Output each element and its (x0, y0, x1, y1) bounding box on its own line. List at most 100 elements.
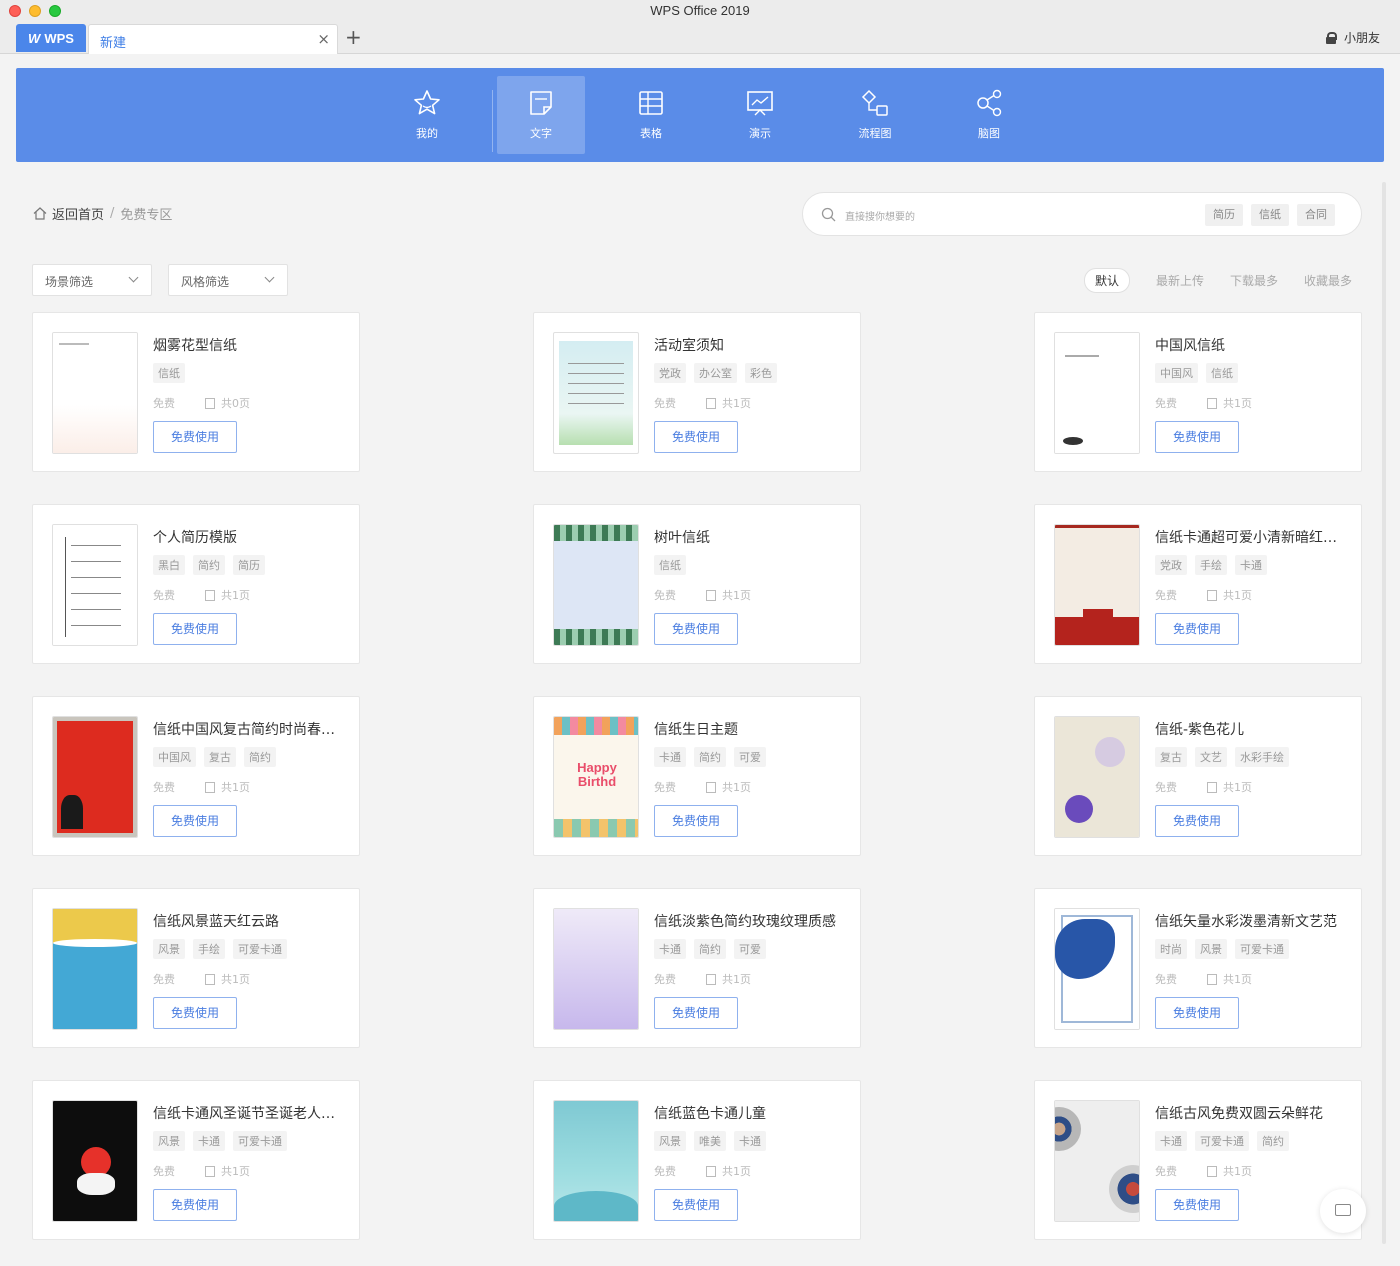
template-tag[interactable]: 卡通 (654, 939, 686, 959)
use-free-button[interactable]: 免费使用 (654, 613, 738, 645)
wps-home-tab[interactable]: W WPS (16, 24, 86, 52)
close-tab-icon[interactable]: × (317, 30, 330, 48)
template-thumbnail[interactable] (1054, 1100, 1140, 1222)
template-tag[interactable]: 复古 (204, 747, 236, 767)
sort-most-favorites[interactable]: 收藏最多 (1304, 272, 1352, 289)
template-tag[interactable]: 卡通 (193, 1131, 225, 1151)
template-thumbnail[interactable] (52, 332, 138, 454)
template-tag[interactable]: 中国风 (1155, 363, 1198, 383)
template-thumbnail[interactable] (553, 524, 639, 646)
use-free-button[interactable]: 免费使用 (153, 613, 237, 645)
template-tag[interactable]: 简约 (1257, 1131, 1289, 1151)
template-thumbnail[interactable] (1054, 524, 1140, 646)
add-tab-button[interactable]: + (345, 25, 362, 49)
template-tag[interactable]: 卡通 (654, 747, 686, 767)
template-tag[interactable]: 党政 (1155, 555, 1187, 575)
search-tag-letter[interactable]: 信纸 (1251, 204, 1289, 226)
template-title[interactable]: 信纸淡紫色简约玫瑰纹理质感 (654, 911, 844, 931)
template-card[interactable]: 信纸卡通风圣诞节圣诞老人… 风景 卡通 可爱卡通 免费 共1页 免费使用 (32, 1080, 360, 1240)
template-thumbnail[interactable] (1054, 716, 1140, 838)
use-free-button[interactable]: 免费使用 (1155, 421, 1239, 453)
sort-most-downloads[interactable]: 下载最多 (1230, 272, 1278, 289)
template-tag[interactable]: 唯美 (694, 1131, 726, 1151)
style-filter-dropdown[interactable]: 风格筛选 (168, 264, 288, 296)
template-tag[interactable]: 卡通 (1235, 555, 1267, 575)
use-free-button[interactable]: 免费使用 (1155, 1189, 1239, 1221)
template-thumbnail[interactable] (52, 908, 138, 1030)
template-title[interactable]: 信纸古风免费双圆云朵鲜花 (1155, 1103, 1345, 1123)
template-card[interactable]: 信纸古风免费双圆云朵鲜花 卡通 可爱卡通 简约 免费 共1页 免费使用 (1034, 1080, 1362, 1240)
template-card[interactable]: 信纸卡通超可爱小清新暗红… 党政 手绘 卡通 免费 共1页 免费使用 (1034, 504, 1362, 664)
template-thumbnail[interactable] (553, 332, 639, 454)
template-tag[interactable]: 简历 (233, 555, 265, 575)
template-thumbnail[interactable] (52, 524, 138, 646)
template-card[interactable]: 树叶信纸 信纸 免费 共1页 免费使用 (533, 504, 861, 664)
template-title[interactable]: 中国风信纸 (1155, 335, 1345, 355)
template-tag[interactable]: 简约 (193, 555, 225, 575)
template-tag[interactable]: 风景 (1195, 939, 1227, 959)
template-title[interactable]: 信纸风景蓝天红云路 (153, 911, 343, 931)
template-tag[interactable]: 时尚 (1155, 939, 1187, 959)
use-free-button[interactable]: 免费使用 (1155, 997, 1239, 1029)
template-tag[interactable]: 手绘 (1195, 555, 1227, 575)
use-free-button[interactable]: 免费使用 (654, 805, 738, 837)
template-tag[interactable]: 简约 (694, 939, 726, 959)
use-free-button[interactable]: 免费使用 (654, 997, 738, 1029)
template-card[interactable]: 信纸矢量水彩泼墨清新文艺范 时尚 风景 可爱卡通 免费 共1页 免费使用 (1034, 888, 1362, 1048)
template-tag[interactable]: 风景 (153, 1131, 185, 1151)
home-icon[interactable] (33, 207, 47, 220)
search-placeholder[interactable]: 直接搜你想要的 (845, 208, 915, 223)
template-card[interactable]: 信纸蓝色卡通儿童 风景 唯美 卡通 免费 共1页 免费使用 (533, 1080, 861, 1240)
sort-newest[interactable]: 最新上传 (1156, 272, 1204, 289)
user-account[interactable]: 小朋友 (1325, 29, 1380, 46)
template-title[interactable]: 烟雾花型信纸 (153, 335, 343, 355)
use-free-button[interactable]: 免费使用 (654, 421, 738, 453)
template-card[interactable]: 中国风信纸 中国风 信纸 免费 共1页 免费使用 (1034, 312, 1362, 472)
category-mindmap[interactable]: 脑图 (945, 76, 1033, 154)
scrollbar[interactable] (1382, 182, 1386, 1244)
template-thumbnail[interactable] (1054, 908, 1140, 1030)
search-tag-resume[interactable]: 简历 (1205, 204, 1243, 226)
use-free-button[interactable]: 免费使用 (153, 997, 237, 1029)
template-tag[interactable]: 卡通 (1155, 1131, 1187, 1151)
template-title[interactable]: 信纸卡通风圣诞节圣诞老人… (153, 1103, 343, 1123)
tab-new[interactable]: 新建 × (88, 24, 338, 54)
search-tag-contract[interactable]: 合同 (1297, 204, 1335, 226)
category-writer[interactable]: 文字 (497, 76, 585, 154)
template-tag[interactable]: 简约 (244, 747, 276, 767)
template-tag[interactable]: 党政 (654, 363, 686, 383)
template-thumbnail[interactable] (553, 908, 639, 1030)
feedback-button[interactable] (1320, 1189, 1366, 1233)
use-free-button[interactable]: 免费使用 (153, 805, 237, 837)
template-tag[interactable]: 中国风 (153, 747, 196, 767)
sort-default[interactable]: 默认 (1083, 268, 1130, 293)
template-tag[interactable]: 信纸 (153, 363, 185, 383)
template-card[interactable]: 信纸中国风复古简约时尚春… 中国风 复古 简约 免费 共1页 免费使用 (32, 696, 360, 856)
template-tag[interactable]: 信纸 (1206, 363, 1238, 383)
template-title[interactable]: 信纸生日主题 (654, 719, 844, 739)
template-title[interactable]: 活动室须知 (654, 335, 844, 355)
template-tag[interactable]: 简约 (694, 747, 726, 767)
template-tag[interactable]: 可爱卡通 (1195, 1131, 1249, 1151)
category-mine[interactable]: 我的 (383, 76, 471, 154)
template-title[interactable]: 信纸矢量水彩泼墨清新文艺范 (1155, 911, 1345, 931)
template-tag[interactable]: 可爱 (734, 939, 766, 959)
template-title[interactable]: 信纸中国风复古简约时尚春… (153, 719, 343, 739)
template-card[interactable]: 活动室须知 党政 办公室 彩色 免费 共1页 免费使用 (533, 312, 861, 472)
breadcrumb-home-link[interactable]: 返回首页 (52, 204, 104, 223)
category-sheet[interactable]: 表格 (607, 76, 695, 154)
template-tag[interactable]: 办公室 (694, 363, 737, 383)
template-card[interactable]: 信纸-紫色花儿 复古 文艺 水彩手绘 免费 共1页 免费使用 (1034, 696, 1362, 856)
use-free-button[interactable]: 免费使用 (153, 1189, 237, 1221)
use-free-button[interactable]: 免费使用 (1155, 805, 1239, 837)
template-title[interactable]: 信纸蓝色卡通儿童 (654, 1103, 844, 1123)
use-free-button[interactable]: 免费使用 (153, 421, 237, 453)
template-tag[interactable]: 风景 (654, 1131, 686, 1151)
template-title[interactable]: 树叶信纸 (654, 527, 844, 547)
template-card[interactable]: 个人简历模版 黑白 简约 简历 免费 共1页 免费使用 (32, 504, 360, 664)
template-tag[interactable]: 文艺 (1195, 747, 1227, 767)
template-tag[interactable]: 卡通 (734, 1131, 766, 1151)
template-card[interactable]: Happy Birthd 信纸生日主题 卡通 简约 可爱 免费 共1页 免费使用 (533, 696, 861, 856)
template-card[interactable]: 烟雾花型信纸 信纸 免费 共0页 免费使用 (32, 312, 360, 472)
template-title[interactable]: 信纸卡通超可爱小清新暗红… (1155, 527, 1345, 547)
